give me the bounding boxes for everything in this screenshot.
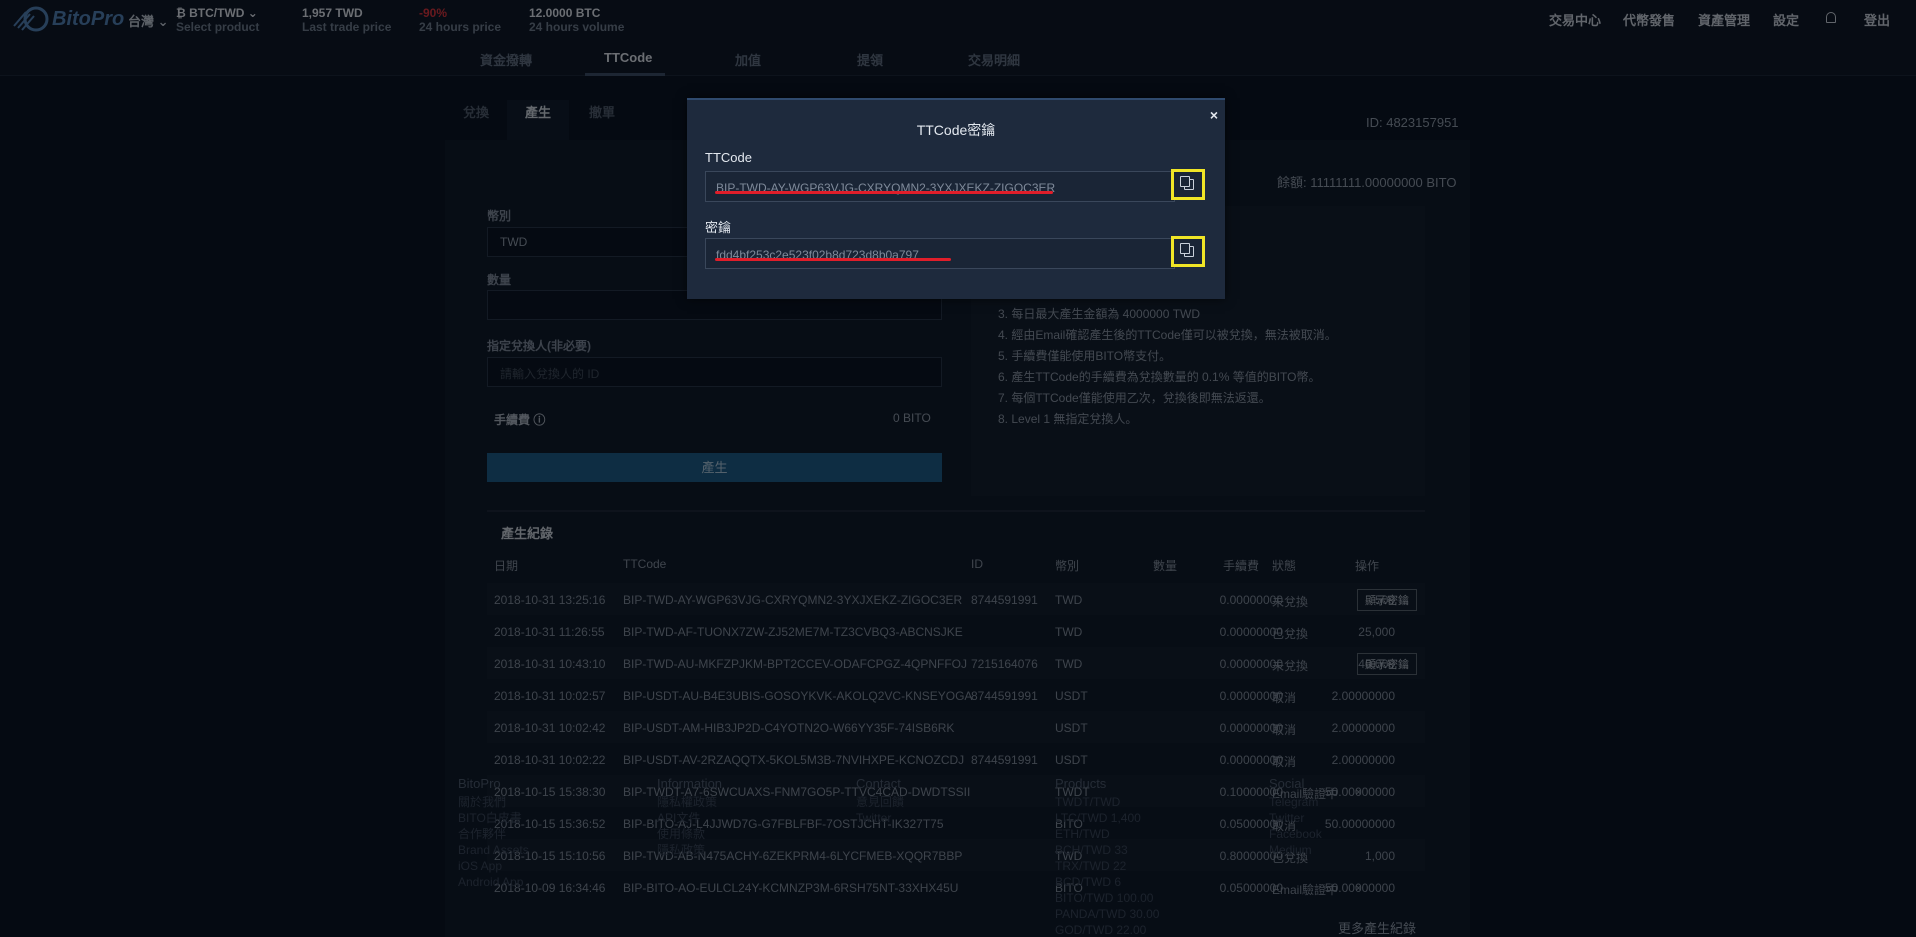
key-field[interactable]: fdd4bf253c2e523f02b8d723d8b0a797 <box>705 238 1175 269</box>
key-label: 密鑰 <box>705 220 732 235</box>
ttcode-underline <box>715 191 1053 194</box>
app: { "header": { "brand": "BitoPro", "regio… <box>0 0 1916 937</box>
modal-title: TTCode密鑰 <box>916 122 996 138</box>
copy-icon <box>1180 176 1190 187</box>
key-underline <box>715 258 951 261</box>
copy-icon <box>1180 243 1190 254</box>
close-icon[interactable]: × <box>1210 107 1218 123</box>
ttcode-label: TTCode <box>705 150 752 165</box>
ttcode-field[interactable]: BIP-TWD-AY-WGP63VJG-CXRYQMN2-3YXJXEKZ-ZI… <box>705 171 1175 202</box>
ttcode-key-modal: TTCode密鑰 × TTCode BIP-TWD-AY-WGP63VJG-CX… <box>687 98 1225 299</box>
copy-ttcode-button[interactable] <box>1171 169 1205 200</box>
copy-key-button[interactable] <box>1171 236 1205 267</box>
